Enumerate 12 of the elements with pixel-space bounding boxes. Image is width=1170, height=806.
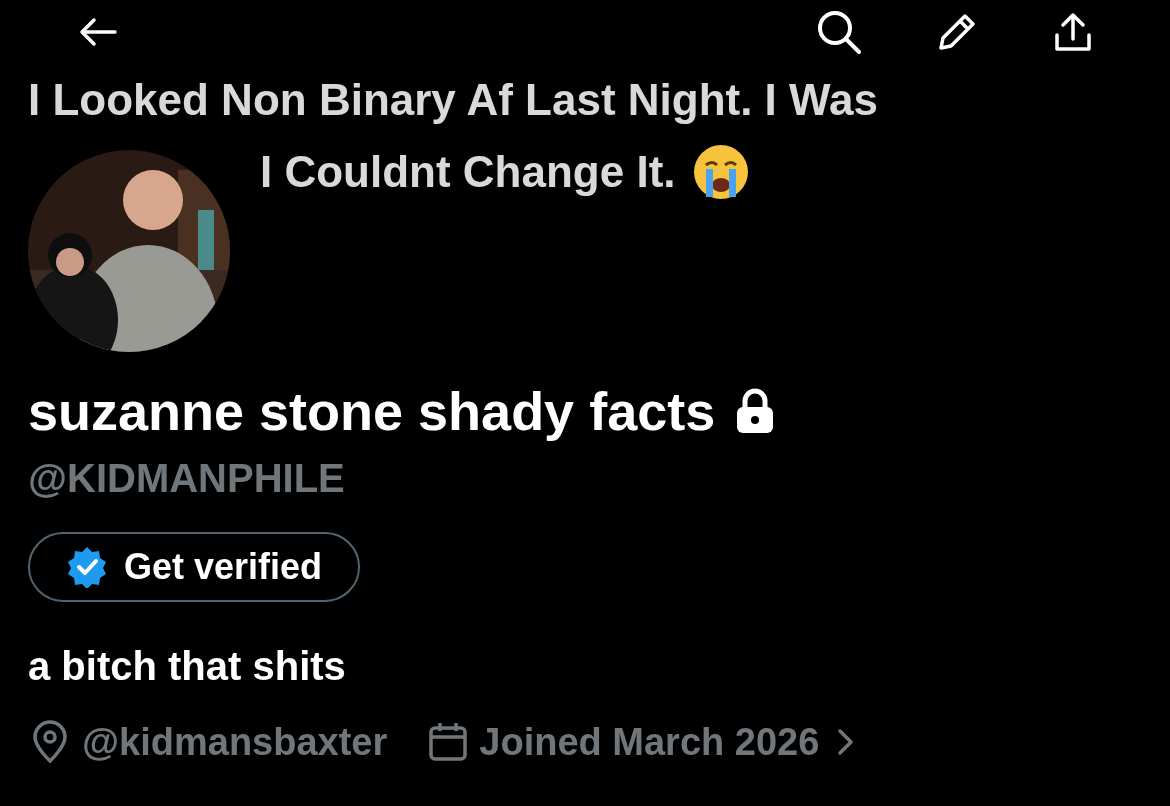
profile-bio: a bitch that shits: [28, 643, 347, 690]
calendar-icon: [427, 721, 470, 763]
banner-text: I Couldnt Change It.: [260, 146, 676, 198]
chevron-right-icon[interactable]: [835, 727, 856, 757]
get-verified-button[interactable]: Get verified: [28, 532, 361, 602]
joined-date: Joined March 2026: [479, 720, 820, 765]
profile-handle: @KIDMANPHILE: [28, 455, 346, 502]
location-text: @kidmansbaxter: [82, 720, 388, 765]
crying-emoji-icon: [691, 143, 750, 201]
banner-text: I Looked Non Binary Af Last Night. I Was: [28, 74, 879, 126]
verified-badge-icon: [66, 546, 108, 588]
profile-name: suzanne stone shady facts: [28, 380, 716, 443]
